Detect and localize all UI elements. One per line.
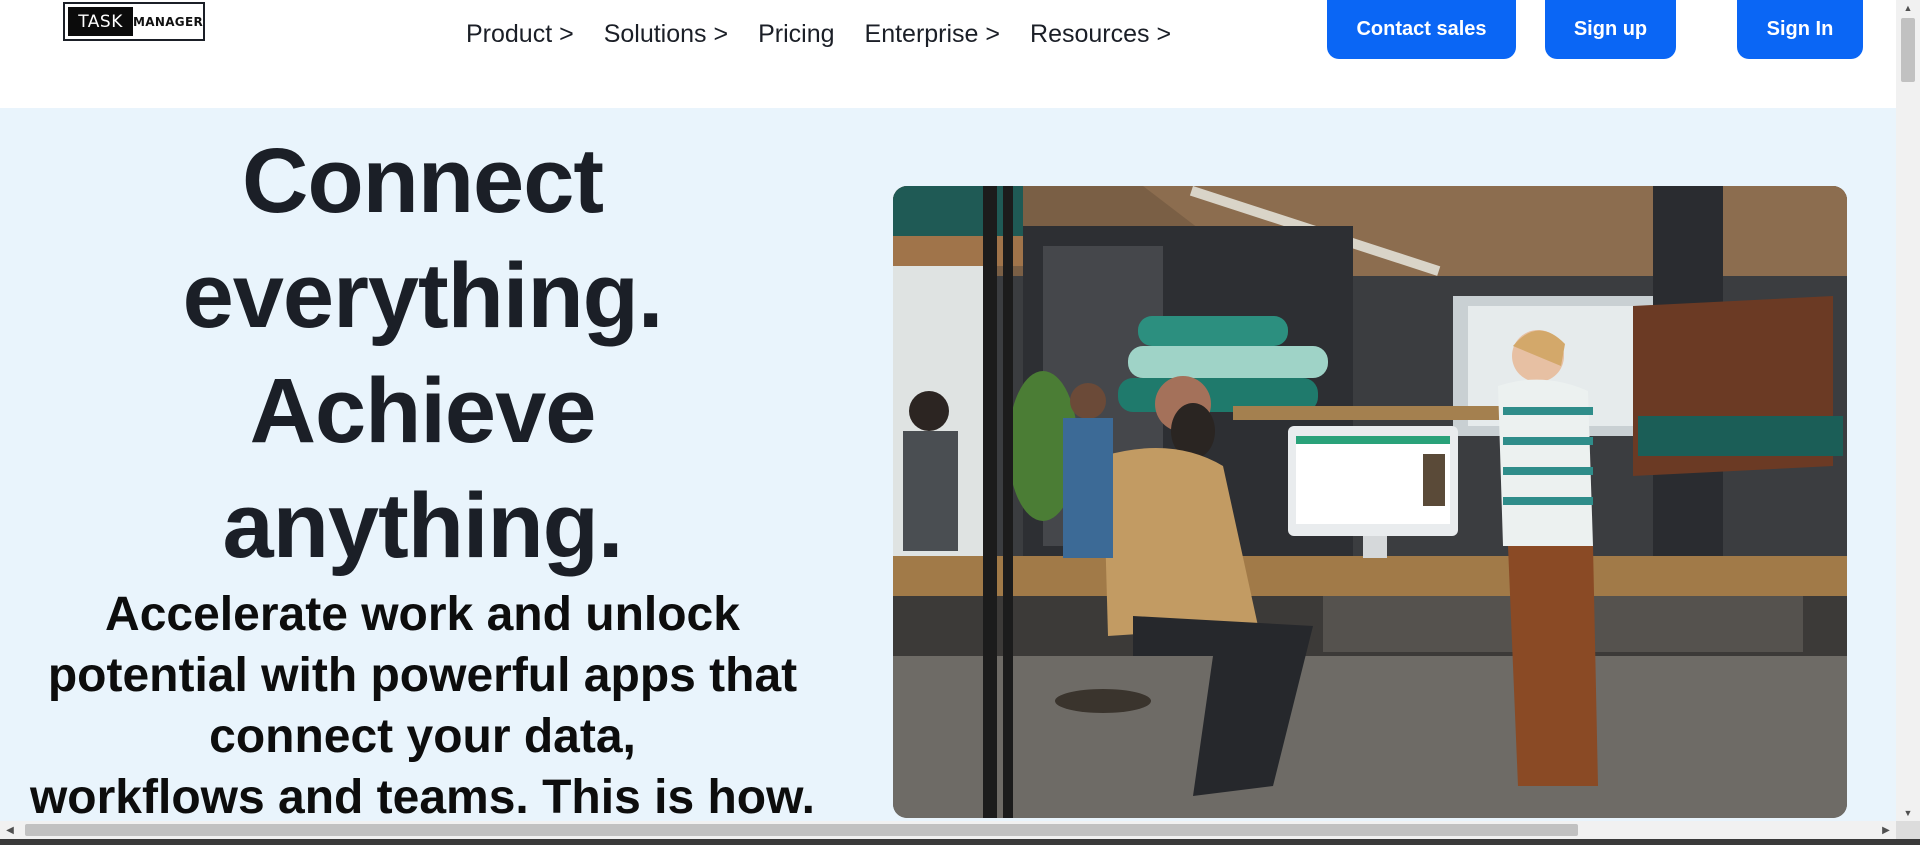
scroll-right-arrow-icon[interactable]: ▶ xyxy=(1876,821,1896,839)
hero-title-line: Achieve xyxy=(249,360,597,462)
hero-subtitle-line: connect your data, xyxy=(209,710,636,763)
hero-title-line: everything. xyxy=(182,245,664,347)
scroll-down-arrow-icon[interactable]: ▼ xyxy=(1896,805,1920,821)
logo-manager-text: MANAGER xyxy=(133,14,203,29)
hero-title-line: anything. xyxy=(222,475,624,577)
nav-solutions[interactable]: Solutions > xyxy=(604,20,728,49)
horizontal-scrollbar[interactable]: ◀ ▶ xyxy=(0,821,1896,839)
task-manager-logo[interactable]: TASK MANAGER xyxy=(63,2,205,41)
hero-subtitle: Accelerate work and unlock potential wit… xyxy=(0,584,845,821)
nav-enterprise[interactable]: Enterprise > xyxy=(865,20,1001,49)
hero-title: Connect everything. Achieve anything. xyxy=(0,124,845,584)
horizontal-scroll-thumb[interactable] xyxy=(25,824,1578,836)
nav-product[interactable]: Product > xyxy=(466,20,574,49)
office-scene-illustration xyxy=(893,186,1847,818)
vertical-scrollbar[interactable]: ▲ ▼ xyxy=(1896,0,1920,821)
main-nav: Product > Solutions > Pricing Enterprise… xyxy=(466,18,1171,50)
sign-in-button[interactable]: Sign In xyxy=(1737,0,1863,59)
window-bottom-edge xyxy=(0,839,1920,845)
hero-subtitle-line: Accelerate work and unlock xyxy=(105,588,740,641)
contact-sales-button[interactable]: Contact sales xyxy=(1327,0,1516,59)
hero-section: Connect everything. Achieve anything. Ac… xyxy=(0,108,1896,821)
hero-subtitle-line: potential with powerful apps that xyxy=(47,649,798,702)
scroll-up-arrow-icon[interactable]: ▲ xyxy=(1896,0,1920,16)
hero-subtitle-line: workflows and teams. This is how. xyxy=(29,771,816,821)
nav-resources[interactable]: Resources > xyxy=(1030,20,1171,49)
logo-task-text: TASK xyxy=(68,7,134,36)
hero-office-photo xyxy=(893,186,1847,818)
hero-title-line: Connect xyxy=(242,130,604,232)
scrollbar-corner xyxy=(1896,821,1920,839)
site-header: TASK MANAGER Product > Solutions > Prici… xyxy=(0,0,1896,108)
nav-pricing[interactable]: Pricing xyxy=(758,20,834,49)
scroll-left-arrow-icon[interactable]: ◀ xyxy=(0,821,20,839)
sign-up-button[interactable]: Sign up xyxy=(1545,0,1676,59)
vertical-scroll-thumb[interactable] xyxy=(1901,18,1915,82)
